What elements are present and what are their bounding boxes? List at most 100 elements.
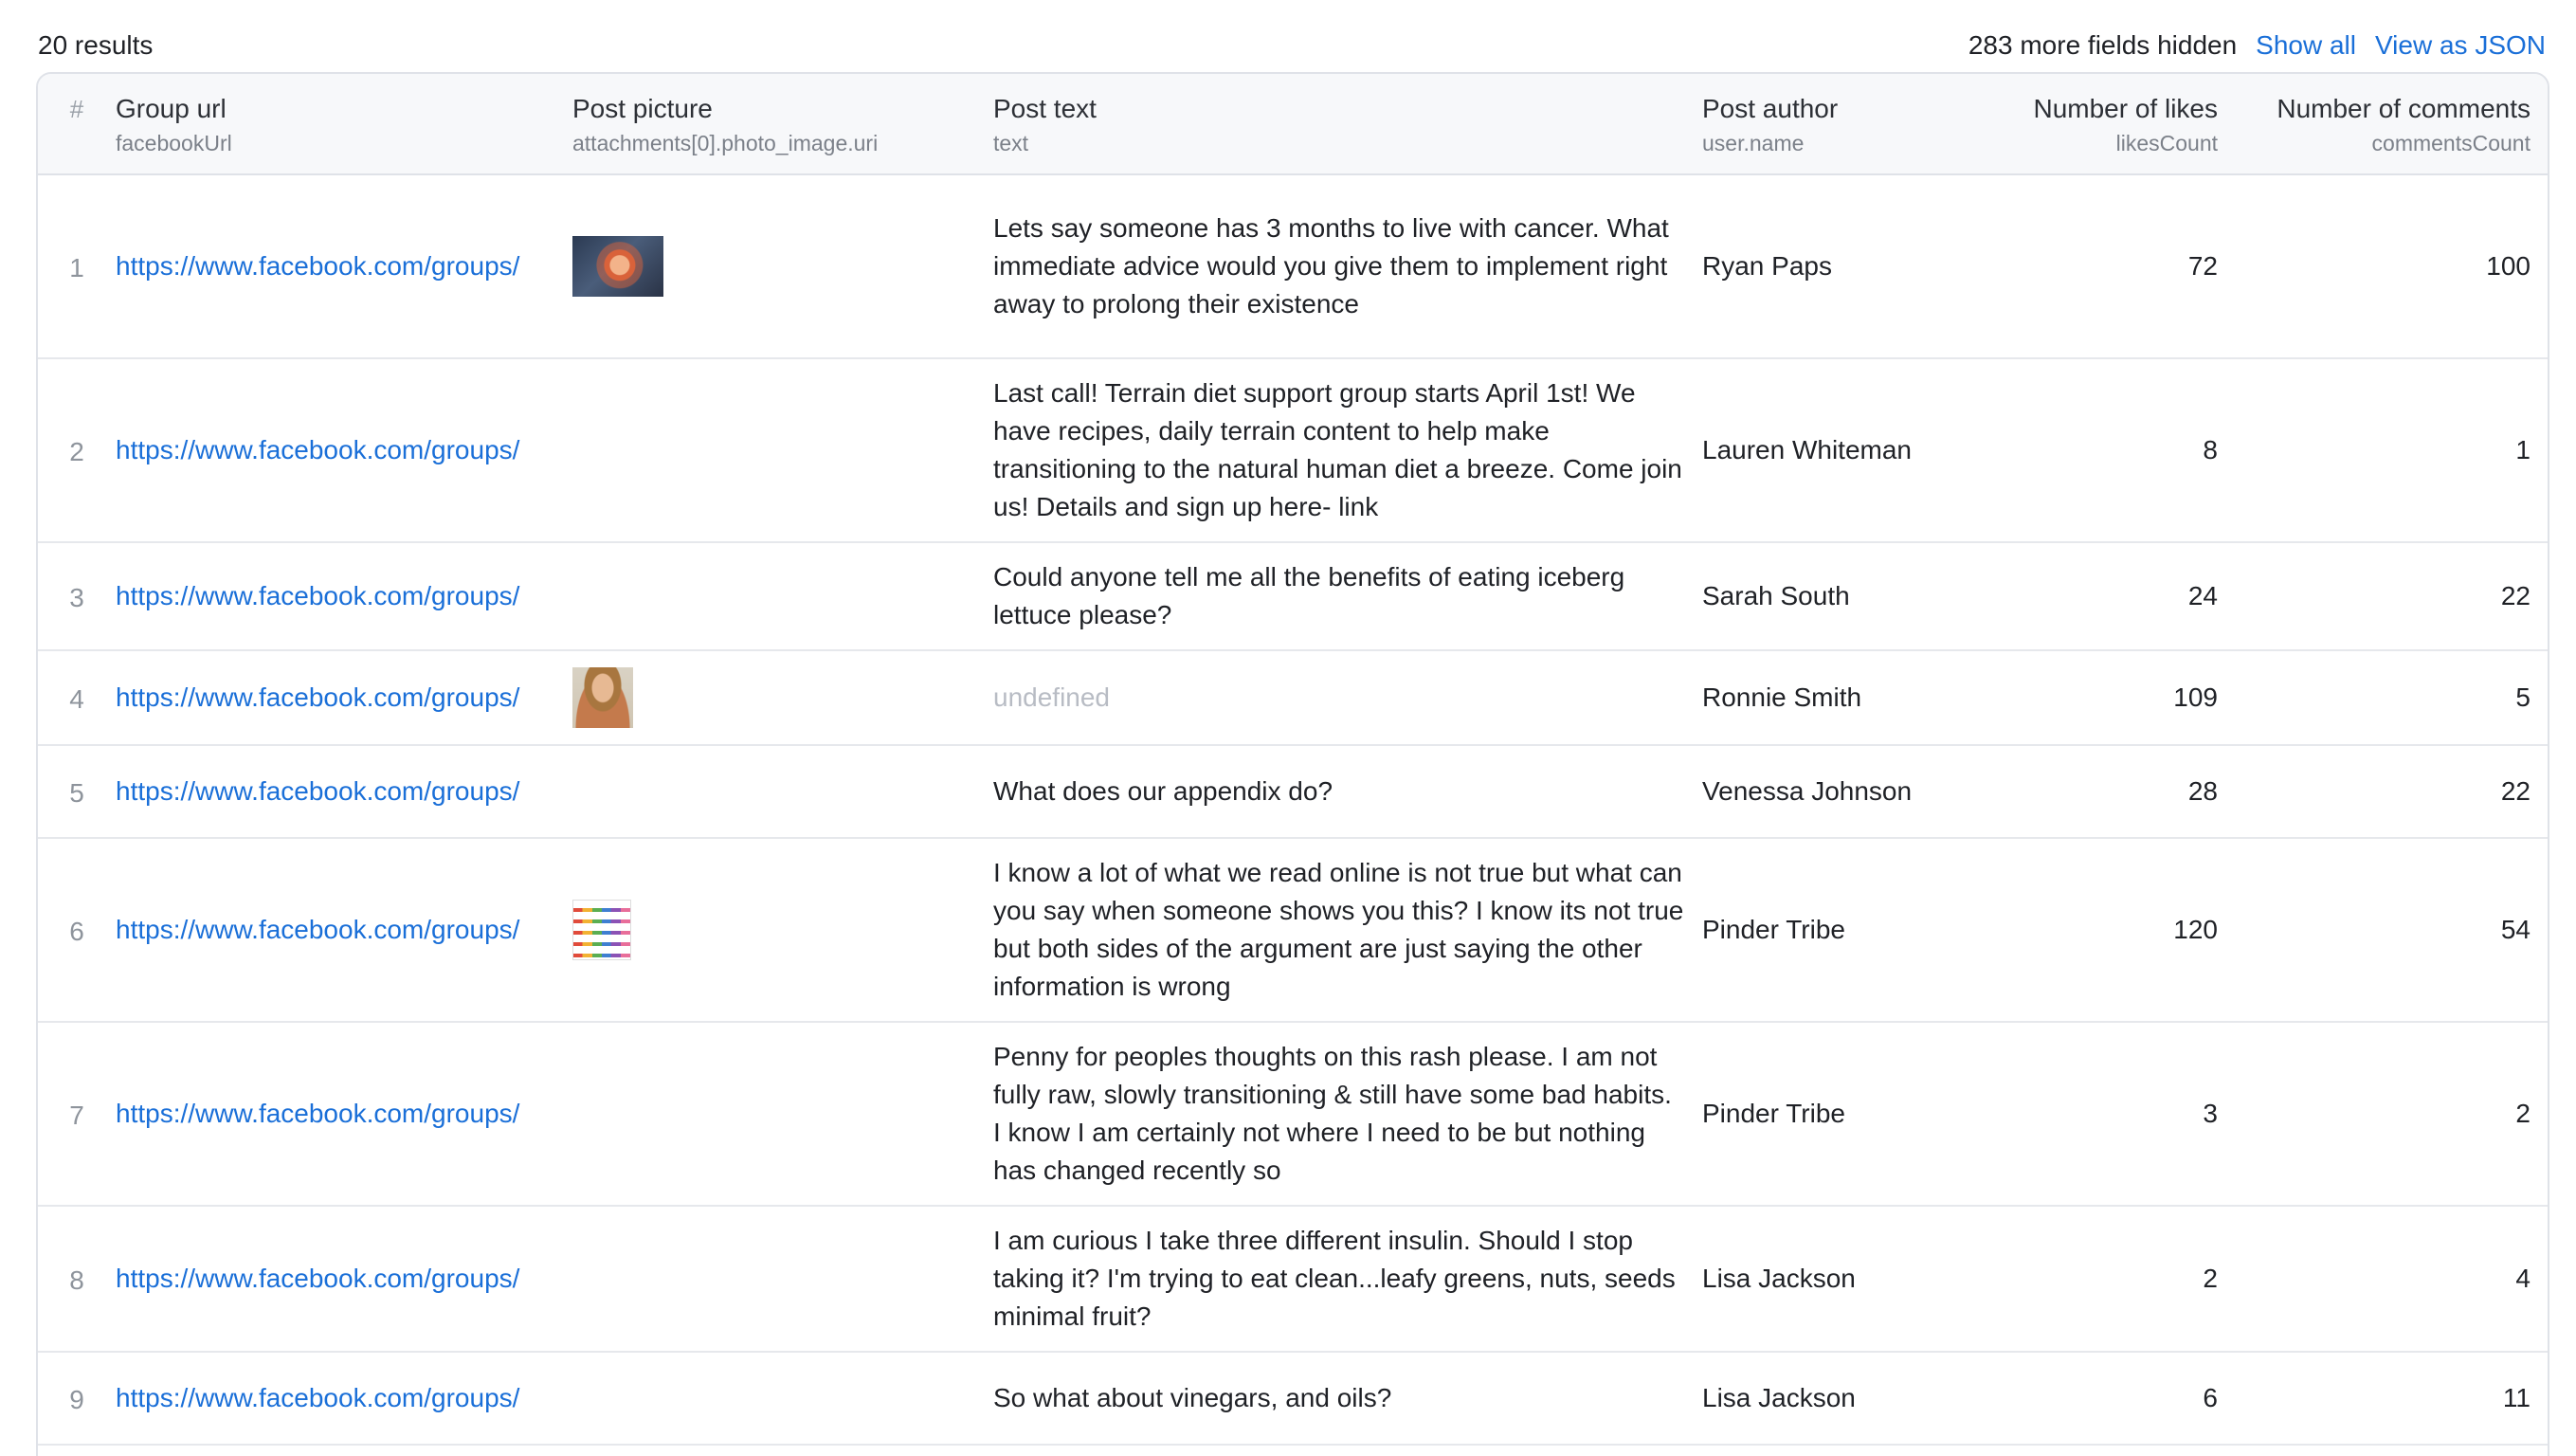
post-picture-cell — [572, 838, 993, 1023]
post-author: Pinder Tribe — [1702, 1022, 1969, 1207]
column-label: Number of comments — [2277, 94, 2531, 123]
group-url-link[interactable]: https://www.facebook.com/groups/ — [116, 1022, 572, 1207]
comments-count: 100 — [2235, 174, 2548, 359]
comments-count: 4 — [2235, 1206, 2548, 1353]
table-row: 6 https://www.facebook.com/groups/ I kno… — [38, 838, 2548, 1023]
table-body: 1 https://www.facebook.com/groups/ Lets … — [38, 174, 2548, 1446]
column-field-key: attachments[0].photo_image.uri — [572, 131, 879, 155]
post-picture-cell — [572, 542, 993, 651]
table-row: 5 https://www.facebook.com/groups/ What … — [38, 745, 2548, 839]
column-field-key: text — [993, 131, 1029, 155]
post-text-cell: Penny for peoples thoughts on this rash … — [993, 1022, 1702, 1207]
post-text: Last call! Terrain diet support group st… — [993, 378, 1682, 521]
group-url-link[interactable]: https://www.facebook.com/groups/ — [116, 358, 572, 543]
row-number: 4 — [38, 650, 116, 746]
column-header-post-author[interactable]: Post author user.name — [1702, 74, 1969, 175]
post-picture-thumbnail[interactable] — [572, 667, 633, 728]
post-author: Venessa Johnson — [1702, 745, 1969, 839]
group-url-link[interactable]: https://www.facebook.com/groups/ — [116, 650, 572, 746]
view-as-json-link[interactable]: View as JSON — [2375, 30, 2546, 61]
column-header-post-picture[interactable]: Post picture attachments[0].photo_image.… — [572, 74, 993, 175]
likes-count: 28 — [1969, 745, 2235, 839]
table-row: 7 https://www.facebook.com/groups/ Penny… — [38, 1022, 2548, 1207]
post-text-cell: So what about vinegars, and oils? — [993, 1352, 1702, 1446]
column-field-key: likesCount — [2115, 131, 2218, 155]
column-label: Post picture — [572, 94, 713, 123]
post-picture-cell — [572, 650, 993, 746]
comments-count: 22 — [2235, 745, 2548, 839]
results-table-container[interactable]: # Group url facebookUrl Post picture att… — [36, 72, 2549, 1456]
results-count: 20 results — [38, 30, 154, 60]
dataset-results-view: 20 results 283 more fields hidden Show a… — [0, 0, 2576, 1456]
comments-count: 54 — [2235, 838, 2548, 1023]
post-text-cell: Lets say someone has 3 months to live wi… — [993, 174, 1702, 359]
results-table: # Group url facebookUrl Post picture att… — [38, 74, 2548, 1446]
post-text: What does our appendix do? — [993, 776, 1333, 806]
column-header-number: # — [38, 74, 116, 175]
column-header-post-text[interactable]: Post text text — [993, 74, 1702, 175]
post-text: So what about vinegars, and oils? — [993, 1383, 1392, 1412]
post-text-cell: Could anyone tell me all the benefits of… — [993, 542, 1702, 651]
group-url-link[interactable]: https://www.facebook.com/groups/ — [116, 174, 572, 359]
column-header-likes[interactable]: Number of likes likesCount — [1969, 74, 2235, 175]
row-number: 8 — [38, 1206, 116, 1353]
group-url-link[interactable]: https://www.facebook.com/groups/ — [116, 542, 572, 651]
post-author: Lisa Jackson — [1702, 1352, 1969, 1446]
column-label: Post text — [993, 94, 1097, 123]
likes-count: 109 — [1969, 650, 2235, 746]
column-header-group-url[interactable]: Group url facebookUrl — [116, 74, 572, 175]
table-row: 3 https://www.facebook.com/groups/ Could… — [38, 542, 2548, 651]
post-author: Sarah South — [1702, 542, 1969, 651]
post-text: Could anyone tell me all the benefits of… — [993, 562, 1625, 629]
comments-count: 2 — [2235, 1022, 2548, 1207]
row-number: 9 — [38, 1352, 116, 1446]
table-row: 2 https://www.facebook.com/groups/ Last … — [38, 358, 2548, 543]
post-picture-thumbnail[interactable] — [572, 900, 631, 960]
column-field-key: facebookUrl — [116, 131, 232, 155]
post-text-cell: What does our appendix do? — [993, 745, 1702, 839]
post-text: Lets say someone has 3 months to live wi… — [993, 213, 1669, 318]
post-text: I am curious I take three different insu… — [993, 1226, 1676, 1331]
column-label: Post author — [1702, 94, 1839, 123]
table-row: 1 https://www.facebook.com/groups/ Lets … — [38, 174, 2548, 359]
post-picture-thumbnail[interactable] — [572, 236, 663, 297]
field-visibility-controls: 283 more fields hidden Show all View as … — [1968, 30, 2546, 61]
likes-count: 3 — [1969, 1022, 2235, 1207]
post-text-undefined: undefined — [993, 682, 1111, 712]
post-text-cell: I am curious I take three different insu… — [993, 1206, 1702, 1353]
comments-count: 5 — [2235, 650, 2548, 746]
row-number: 2 — [38, 358, 116, 543]
row-number: 6 — [38, 838, 116, 1023]
group-url-link[interactable]: https://www.facebook.com/groups/ — [116, 745, 572, 839]
likes-count: 8 — [1969, 358, 2235, 543]
table-row: 4 https://www.facebook.com/groups/ undef… — [38, 650, 2548, 746]
post-author: Ryan Paps — [1702, 174, 1969, 359]
post-text: Penny for peoples thoughts on this rash … — [993, 1042, 1672, 1185]
column-header-comments[interactable]: Number of comments commentsCount — [2235, 74, 2548, 175]
show-all-link[interactable]: Show all — [2256, 30, 2356, 61]
results-toolbar: 20 results 283 more fields hidden Show a… — [38, 25, 2546, 66]
column-field-key: commentsCount — [2371, 131, 2531, 155]
comments-count: 1 — [2235, 358, 2548, 543]
column-label: Group url — [116, 94, 227, 123]
comments-count: 22 — [2235, 542, 2548, 651]
post-text-cell: undefined — [993, 650, 1702, 746]
post-author: Lauren Whiteman — [1702, 358, 1969, 543]
post-text-cell: I know a lot of what we read online is n… — [993, 838, 1702, 1023]
post-author: Pinder Tribe — [1702, 838, 1969, 1023]
row-number: 1 — [38, 174, 116, 359]
likes-count: 24 — [1969, 542, 2235, 651]
table-row: 8 https://www.facebook.com/groups/ I am … — [38, 1206, 2548, 1353]
group-url-link[interactable]: https://www.facebook.com/groups/ — [116, 1206, 572, 1353]
post-text-cell: Last call! Terrain diet support group st… — [993, 358, 1702, 543]
table-header-row: # Group url facebookUrl Post picture att… — [38, 74, 2548, 175]
group-url-link[interactable]: https://www.facebook.com/groups/ — [116, 838, 572, 1023]
post-picture-cell — [572, 1206, 993, 1353]
likes-count: 2 — [1969, 1206, 2235, 1353]
table-row: 9 https://www.facebook.com/groups/ So wh… — [38, 1352, 2548, 1446]
column-field-key: user.name — [1702, 131, 1805, 155]
group-url-link[interactable]: https://www.facebook.com/groups/ — [116, 1352, 572, 1446]
post-author: Ronnie Smith — [1702, 650, 1969, 746]
row-number: 7 — [38, 1022, 116, 1207]
post-text: I know a lot of what we read online is n… — [993, 858, 1684, 1001]
